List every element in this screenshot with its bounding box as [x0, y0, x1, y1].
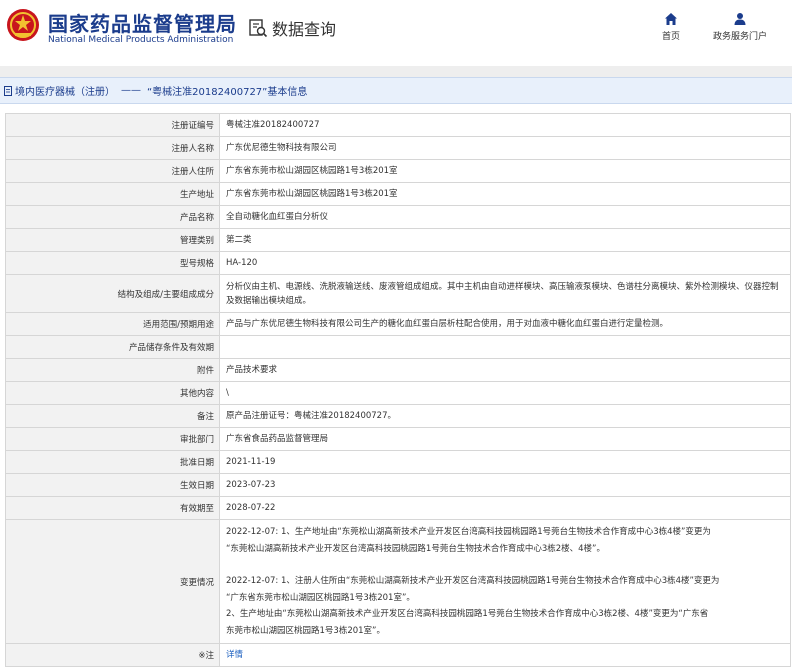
row-value: 广东优尼德生物科技有限公司 — [219, 136, 791, 160]
row-value: 分析仪由主机、电源线、洗脱液输送线、废液管组成组成。其中主机由自动进样模块、高压… — [219, 274, 791, 313]
site-title-en[interactable]: National Medical Products Administration — [48, 35, 233, 45]
row-label: 注册人住所 — [5, 159, 220, 183]
row-value: 全自动糖化血红蛋白分析仪 — [219, 205, 791, 229]
breadcrumb-category[interactable]: 境内医疗器械（注册） — [15, 83, 115, 98]
table-row: 型号规格 HA-120 — [5, 251, 791, 275]
row-value: 详情 — [219, 643, 791, 667]
row-label: 管理类别 — [5, 228, 220, 252]
header-divider — [0, 66, 792, 77]
table-row: 结构及组成/主要组成成分 分析仪由主机、电源线、洗脱液输送线、废液管组成组成。其中… — [5, 274, 791, 313]
row-value: 产品与广东优尼德生物科技有限公司生产的糖化血红蛋白层析柱配合使用，用于对血液中糖… — [219, 312, 791, 336]
change-line: “广东省东莞市松山湖园区桃园路1号3栋201室”。 — [226, 592, 415, 603]
row-value: 原产品注册证号：粤械注准20182400727。 — [219, 404, 791, 428]
home-icon — [665, 13, 677, 25]
row-value: HA-120 — [219, 251, 791, 275]
row-label: 有效期至 — [5, 496, 220, 520]
row-label: 变更情况 — [5, 519, 220, 644]
data-query-title[interactable]: 数据查询 — [248, 16, 336, 40]
row-label: 其他内容 — [5, 381, 220, 405]
row-label: 生效日期 — [5, 473, 220, 497]
row-label: 注册证编号 — [5, 113, 220, 137]
change-line-spacer — [226, 557, 784, 573]
national-emblem-icon — [7, 9, 39, 41]
data-query-label: 数据查询 — [272, 20, 337, 39]
site-title-cn[interactable]: 国家药品监督管理局 — [48, 8, 237, 37]
table-row-note: ※注 详情 — [5, 643, 791, 667]
row-value — [219, 335, 791, 359]
detail-table: 注册证编号 粤械注准20182400727 注册人名称 广东优尼德生物科技有限公司 … — [5, 113, 791, 667]
change-history: 2022-12-07: 1、生产地址由“东莞松山湖高新技术产业开发区台湾高科技园… — [219, 519, 791, 644]
table-row: 产品储存条件及有效期 — [5, 335, 791, 359]
document-icon — [4, 85, 12, 96]
row-label: 生产地址 — [5, 182, 220, 206]
row-label: 备注 — [5, 404, 220, 428]
table-row: 产品名称 全自动糖化血红蛋白分析仪 — [5, 205, 791, 229]
nav-home-label: 首页 — [662, 32, 681, 42]
row-label: ※注 — [5, 643, 220, 667]
table-row: 有效期至 2028-07-22 — [5, 496, 791, 520]
breadcrumb-separator: —— — [121, 85, 141, 96]
table-row: 备注 原产品注册证号：粤械注准20182400727。 — [5, 404, 791, 428]
table-row: 适用范围/预期用途 产品与广东优尼德生物科技有限公司生产的糖化血红蛋白层析柱配合使… — [5, 312, 791, 336]
breadcrumb-current: “粤械注准20182400727”基本信息 — [147, 87, 308, 98]
table-row: 管理类别 第二类 — [5, 228, 791, 252]
row-value: \ — [219, 381, 791, 405]
table-row: 注册证编号 粤械注准20182400727 — [5, 113, 791, 137]
row-label: 产品名称 — [5, 205, 220, 229]
row-value: 粤械注准20182400727 — [219, 113, 791, 137]
row-value: 广东省食品药品监督管理局 — [219, 427, 791, 451]
row-label: 型号规格 — [5, 251, 220, 275]
row-label: 结构及组成/主要组成成分 — [5, 274, 220, 313]
table-row: 注册人名称 广东优尼德生物科技有限公司 — [5, 136, 791, 160]
nav-service-portal[interactable]: 政务服务门户 — [713, 12, 767, 42]
details-link[interactable]: 详情 — [226, 650, 243, 660]
table-row: 注册人住所 广东省东莞市松山湖园区桃园路1号3栋201室 — [5, 159, 791, 183]
row-label: 产品储存条件及有效期 — [5, 335, 220, 359]
row-label: 适用范围/预期用途 — [5, 312, 220, 336]
row-value: 2023-07-23 — [219, 473, 791, 497]
row-value: 广东省东莞市松山湖园区桃园路1号3栋201室 — [219, 182, 791, 206]
table-row-changes: 变更情况 2022-12-07: 1、生产地址由“东莞松山湖高新技术产业开发区台… — [5, 519, 791, 644]
change-line: “东莞松山湖高新技术产业开发区台湾高科技园桃园路1号莞台生物技术合作育成中心3栋… — [226, 543, 605, 554]
row-value: 第二类 — [219, 228, 791, 252]
change-line: 2022-12-07: 1、注册人住所由“东莞松山湖高新技术产业开发区台湾高科技… — [226, 576, 720, 586]
row-label: 批准日期 — [5, 450, 220, 474]
row-value: 广东省东莞市松山湖园区桃园路1号3栋201室 — [219, 159, 791, 183]
data-search-icon — [249, 19, 268, 38]
table-row: 批准日期 2021-11-19 — [5, 450, 791, 474]
row-value: 2021-11-19 — [219, 450, 791, 474]
breadcrumb: 境内医疗器械（注册） —— “粤械注准20182400727”基本信息 — [0, 77, 792, 104]
table-row: 生效日期 2023-07-23 — [5, 473, 791, 497]
row-value: 2028-07-22 — [219, 496, 791, 520]
change-line: 2、生产地址由“东莞松山湖高新技术产业开发区台湾高科技园桃园路1号莞台生物技术合… — [226, 609, 709, 619]
change-line: 2022-12-07: 1、生产地址由“东莞松山湖高新技术产业开发区台湾高科技园… — [226, 527, 711, 537]
row-value: 产品技术要求 — [219, 358, 791, 382]
site-header: 国家药品监督管理局 National Medical Products Admi… — [0, 0, 792, 66]
row-label: 附件 — [5, 358, 220, 382]
table-row: 其他内容 \ — [5, 381, 791, 405]
change-line: 东莞市松山湖园区桃园路1号3栋201室”。 — [226, 625, 385, 636]
table-row: 附件 产品技术要求 — [5, 358, 791, 382]
row-label: 注册人名称 — [5, 136, 220, 160]
nav-portal-label: 政务服务门户 — [713, 32, 768, 42]
person-icon — [734, 13, 746, 25]
table-row: 审批部门 广东省食品药品监督管理局 — [5, 427, 791, 451]
row-label: 审批部门 — [5, 427, 220, 451]
table-row: 生产地址 广东省东莞市松山湖园区桃园路1号3栋201室 — [5, 182, 791, 206]
nav-home[interactable]: 首页 — [662, 12, 680, 42]
